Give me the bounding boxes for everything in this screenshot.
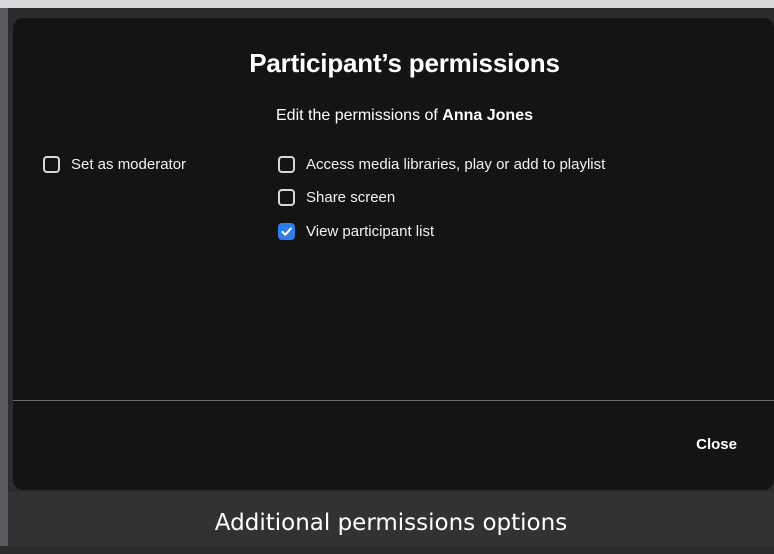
permission-view-participant-list[interactable]: View participant list — [278, 223, 434, 240]
share-screen-label: Share screen — [306, 189, 396, 206]
caption-bar: Additional permissions options — [8, 492, 774, 546]
dialog-subtitle: Edit the permissions of Anna Jones — [13, 107, 774, 125]
media-libraries-label: Access media libraries, play or add to p… — [306, 156, 606, 173]
permission-moderator[interactable]: Set as moderator — [43, 156, 186, 173]
dialog-title: Participant’s permissions — [249, 48, 560, 78]
permission-media-libraries[interactable]: Access media libraries, play or add to p… — [278, 156, 605, 173]
subtitle-text: Edit the permissions of — [276, 107, 443, 124]
moderator-label: Set as moderator — [71, 156, 187, 173]
participant-name: Anna Jones — [442, 107, 533, 124]
permission-share-screen[interactable]: Share screen — [278, 189, 395, 206]
checkmark-icon — [281, 227, 292, 236]
top-window-edge — [0, 0, 774, 8]
close-button[interactable]: Close — [696, 436, 737, 453]
share-screen-checkbox[interactable] — [278, 189, 295, 206]
view-participant-list-checkbox[interactable] — [278, 223, 295, 240]
dialog-divider — [13, 400, 774, 401]
media-libraries-checkbox[interactable] — [278, 156, 295, 173]
permissions-dialog: Participant’s permissions Edit the permi… — [13, 18, 774, 490]
view-participant-list-label: View participant list — [306, 223, 435, 240]
left-window-edge — [0, 8, 8, 546]
moderator-checkbox[interactable] — [43, 156, 60, 173]
